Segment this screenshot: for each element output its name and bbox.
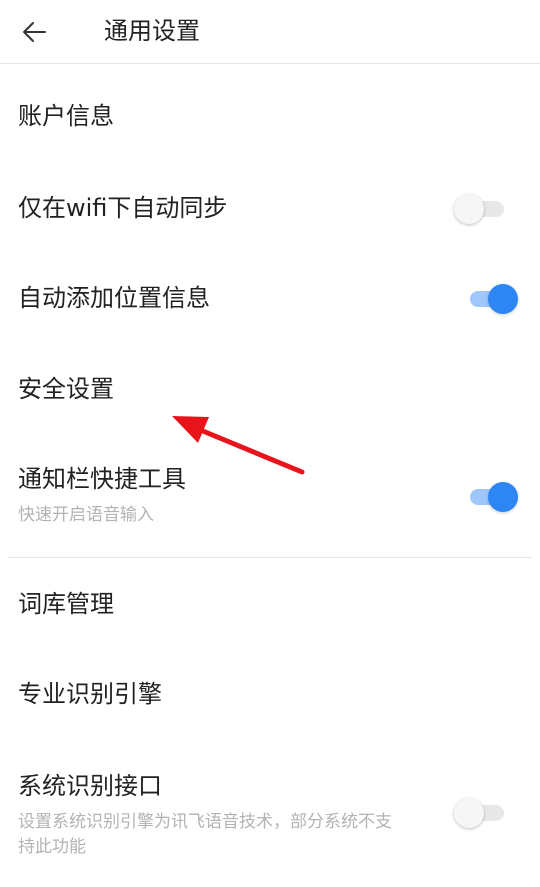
setting-engine[interactable]: 专业识别引擎 xyxy=(0,650,540,742)
toggle-knob xyxy=(454,798,484,828)
arrow-left-icon xyxy=(23,22,46,42)
setting-lexicon-label: 词库管理 xyxy=(18,590,114,618)
setting-account-label: 账户信息 xyxy=(18,102,114,130)
toggle-knob xyxy=(488,482,518,512)
system-toggle[interactable] xyxy=(454,795,510,829)
location-toggle[interactable] xyxy=(464,281,520,315)
setting-notification[interactable]: 通知栏快捷工具 快速开启语音输入 xyxy=(0,440,540,554)
setting-system-subtitle: 设置系统识别引擎为讯飞语音技术，部分系统不支持此功能 xyxy=(18,812,392,857)
setting-wifi-sync-label: 仅在wifi下自动同步 xyxy=(18,194,228,222)
setting-account[interactable]: 账户信息 xyxy=(0,66,540,158)
setting-location-label: 自动添加位置信息 xyxy=(18,284,210,312)
setting-security[interactable]: 安全设置 xyxy=(0,344,540,436)
page-title: 通用设置 xyxy=(104,17,200,45)
setting-system-label: 系统识别接口 xyxy=(18,772,162,800)
notification-toggle[interactable] xyxy=(464,479,520,513)
setting-system[interactable]: 系统识别接口 设置系统识别引擎为讯飞语音技术，部分系统不支持此功能 xyxy=(0,742,540,882)
title-bar: 通用设置 xyxy=(0,0,540,64)
setting-wifi-sync[interactable]: 仅在wifi下自动同步 xyxy=(0,160,540,252)
setting-notification-label: 通知栏快捷工具 xyxy=(18,465,186,493)
setting-location[interactable]: 自动添加位置信息 xyxy=(0,252,540,344)
setting-security-label: 安全设置 xyxy=(18,375,114,403)
setting-engine-label: 专业识别引擎 xyxy=(18,680,162,708)
toggle-knob xyxy=(488,284,518,314)
setting-lexicon[interactable]: 词库管理 xyxy=(0,558,540,650)
back-button[interactable] xyxy=(12,10,56,54)
toggle-knob xyxy=(454,194,484,224)
setting-notification-subtitle: 快速开启语音输入 xyxy=(18,505,154,525)
wifi-sync-toggle[interactable] xyxy=(454,191,510,225)
